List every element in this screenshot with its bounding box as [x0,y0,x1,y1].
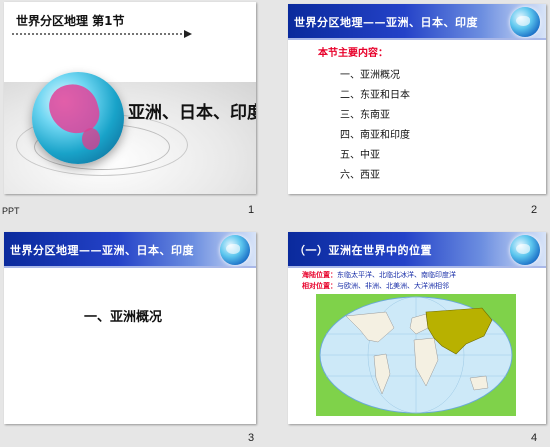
globe-icon [510,235,540,265]
slide-1-heading: 亚洲、日本、印度 [128,103,256,123]
slide-thumbnail-3[interactable]: 世界分区地理——亚洲、日本、印度 一、亚洲概况 [4,232,256,424]
position-line-1: 海陆位置：东临太平洋、北临北冰洋、南临印度洋 [302,270,456,280]
slide-3-header: 世界分区地理——亚洲、日本、印度 [10,244,194,257]
side-label: PPT [2,206,20,216]
slide-1-title: 世界分区地理 第1节 [16,14,125,28]
header-underline [4,266,256,268]
slide-thumbnail-1[interactable]: 世界分区地理 第1节 亚洲、日本、印度 [4,2,256,194]
slide-4-header: （一）亚洲在世界中的位置 [294,244,432,257]
globe-icon [220,235,250,265]
slide-number-4: 4 [531,432,538,444]
continent-shape [82,128,100,150]
line-1-label: 海陆位置： [302,271,337,279]
content-list-item: 三、东南亚 [340,110,390,121]
content-list-item: 一、亚洲概况 [340,70,400,81]
content-list-item: 五、中亚 [340,150,380,161]
header-underline [288,38,546,40]
slide-3-body: 一、亚洲概况 [84,310,163,325]
world-map-image [319,296,513,414]
globe-image [32,72,124,164]
line-2-text: 与欧洲、非洲、北美洲、大洋洲相邻 [337,282,449,290]
content-list-item: 四、南亚和印度 [340,130,410,141]
slide-2-header: 世界分区地理——亚洲、日本、印度 [294,16,478,29]
header-underline [288,266,546,268]
slide-thumbnail-4[interactable]: （一）亚洲在世界中的位置 海陆位置：东临太平洋、北临北冰洋、南临印度洋 相对位置… [288,232,546,424]
line-1-text: 东临太平洋、北临北冰洋、南临印度洋 [337,271,456,279]
slide-2-subtitle: 本节主要内容： [318,48,388,59]
slide-number-3: 3 [248,432,255,444]
slide-thumbnail-2[interactable]: 世界分区地理——亚洲、日本、印度 本节主要内容： 一、亚洲概况 二、东亚和日本 … [288,4,546,194]
slide-number-2: 2 [531,204,538,216]
dotted-arrow-icon [12,30,192,38]
position-line-2: 相对位置：与欧洲、非洲、北美洲、大洋洲相邻 [302,281,449,291]
globe-icon [510,7,540,37]
content-list-item: 六、西亚 [340,170,380,181]
line-2-label: 相对位置： [302,282,337,290]
world-map-frame [316,294,516,416]
slide-number-1: 1 [248,204,255,216]
content-list-item: 二、东亚和日本 [340,90,410,101]
